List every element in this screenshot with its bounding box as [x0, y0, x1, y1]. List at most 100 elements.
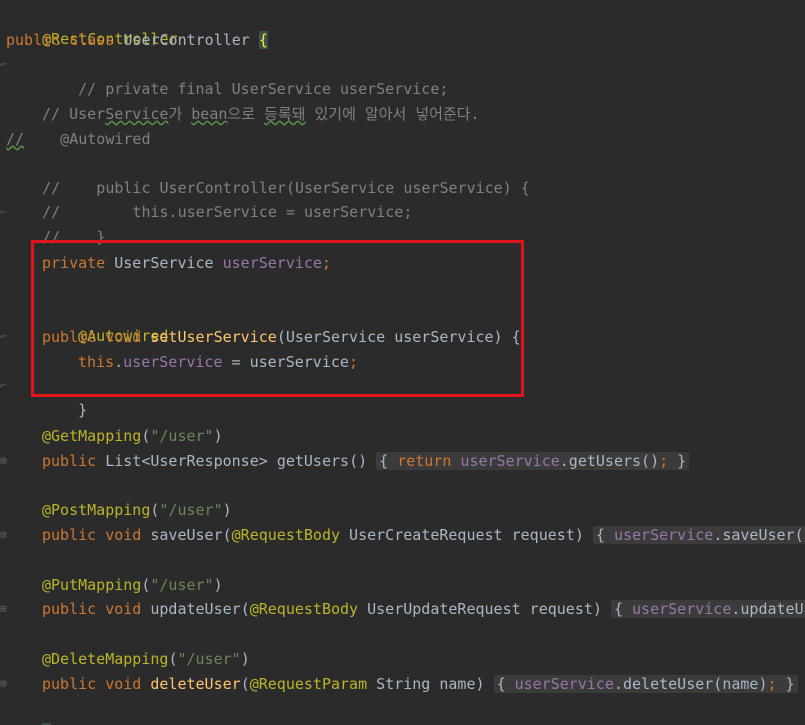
- code-line: // UserService가 bean으로 등록돼 있기에 알아서 넣어준다.: [42, 102, 480, 126]
- paren: (: [222, 526, 232, 544]
- keyword: public void: [42, 600, 142, 618]
- semicolon: ;: [348, 353, 358, 371]
- method-name: updateUser: [141, 600, 241, 618]
- comment: // User: [42, 105, 106, 123]
- code-line: public List<UserResponse> getUsers() { r…: [42, 449, 690, 473]
- field-name: userService: [632, 600, 732, 618]
- code-line: @GetMapping("/user"): [42, 424, 223, 448]
- code-line: }: [6, 696, 52, 725]
- keyword: public void: [42, 526, 142, 544]
- annotation-postmapping: @PostMapping: [42, 501, 151, 519]
- field-name: userService: [514, 675, 614, 693]
- code-line: public class UserController {: [6, 28, 268, 52]
- comment-prefix: //: [6, 130, 25, 148]
- semicolon: ;: [767, 675, 777, 693]
- closing-brace: }: [78, 401, 88, 419]
- code-line: public void updateUser(@RequestBody User…: [42, 597, 805, 621]
- keyword: return: [397, 452, 452, 470]
- parameters: (UserService userService) {: [276, 328, 521, 346]
- fold-marker-icon[interactable]: ⌐: [0, 374, 8, 398]
- class-name: UserController: [123, 31, 250, 49]
- keyword: this: [78, 353, 115, 371]
- code-line: // private final UserService userService…: [42, 53, 448, 98]
- dot: .: [114, 353, 124, 371]
- field-name: userService: [451, 452, 560, 470]
- paren: ): [213, 576, 223, 594]
- keyword: public void: [42, 328, 142, 346]
- code-line: @PostMapping("/user"): [42, 498, 232, 522]
- folded-body[interactable]: { userService.deleteUser(name); }: [493, 675, 798, 693]
- comment: @Autowired: [24, 130, 151, 148]
- semicolon: ;: [321, 254, 331, 272]
- annotation-getmapping: @GetMapping: [42, 427, 142, 445]
- code-line: public void setUserService(UserService u…: [42, 325, 521, 349]
- fold-open-brace: {: [595, 526, 614, 544]
- keyword: public class: [6, 31, 115, 49]
- field-name: userService: [222, 254, 322, 272]
- code-line: public void deleteUser(@RequestParam Str…: [42, 672, 798, 696]
- paren: ): [213, 427, 223, 445]
- method-name: getUsers: [276, 452, 350, 470]
- fold-marker-icon[interactable]: ⌐: [0, 325, 8, 349]
- comment: 있기에 알아서 넣어준다.: [305, 105, 480, 123]
- field-name: userService: [613, 526, 714, 544]
- paren: ): [240, 650, 250, 668]
- folded-body[interactable]: { userService.updateUs: [610, 600, 805, 618]
- method-call: .deleteUser(name): [613, 675, 768, 693]
- code-line: public void saveUser(@RequestBody UserCr…: [42, 523, 805, 547]
- parameters: UserUpdateRequest request): [358, 600, 611, 618]
- comment-typo: Service: [105, 105, 169, 123]
- comment-typo: bean: [191, 105, 228, 123]
- method-name: deleteUser: [141, 675, 241, 693]
- method-call: .getUsers(): [559, 452, 660, 470]
- comment-typo: 등록돼: [264, 105, 306, 123]
- string-literal: "/user": [150, 576, 214, 594]
- code-line: this.userService = userService;: [78, 350, 358, 374]
- keyword: private: [42, 254, 106, 272]
- comment: 가: [168, 105, 192, 123]
- parameters: String name): [367, 675, 494, 693]
- string-literal: "/user": [177, 650, 241, 668]
- parameters: (): [349, 452, 377, 470]
- fold-marker-icon[interactable]: ⌐: [0, 53, 8, 77]
- paren: (: [240, 600, 250, 618]
- code-line: @DeleteMapping("/user"): [42, 647, 250, 671]
- fold-close-brace: }: [668, 452, 687, 470]
- keyword: public void: [42, 675, 142, 693]
- annotation-deletemapping: @DeleteMapping: [42, 650, 169, 668]
- folded-body[interactable]: { userService.saveUser(r: [592, 526, 805, 544]
- fold-marker-icon[interactable]: ⊞: [0, 672, 8, 696]
- code-line: // public UserController(UserService use…: [6, 152, 530, 197]
- fold-close-brace: }: [776, 675, 795, 693]
- code-line: @PutMapping("/user"): [42, 573, 223, 597]
- brace-highlight: {: [258, 31, 268, 49]
- code-line: }: [42, 374, 87, 419]
- fold-marker-icon[interactable]: ⊞: [0, 449, 8, 473]
- type-name: List<UserResponse>: [96, 452, 277, 470]
- method-name: setUserService: [141, 328, 277, 346]
- fold-marker-icon[interactable]: ⊞: [0, 523, 8, 547]
- comment: // private final UserService userService…: [78, 80, 449, 98]
- code-editor[interactable]: @RestController public class UserControl…: [0, 0, 805, 725]
- code-line: // }: [6, 201, 105, 246]
- comment: // }: [42, 228, 106, 246]
- parameters: UserCreateRequest request): [340, 526, 593, 544]
- folded-body[interactable]: { return userService.getUsers(); }: [376, 452, 690, 470]
- assignment: = userService: [222, 353, 349, 371]
- semicolon: ;: [659, 452, 669, 470]
- method-call: .saveUser(r: [713, 526, 805, 544]
- code-line: @RestController: [6, 3, 177, 48]
- keyword: public: [42, 452, 97, 470]
- fold-open-brace: {: [613, 600, 633, 618]
- fold-marker-icon[interactable]: ⊞: [0, 597, 8, 621]
- code-line: private UserService userService;: [42, 251, 331, 275]
- method-name: saveUser: [141, 526, 223, 544]
- annotation-requestbody: @RequestBody: [249, 600, 359, 618]
- string-literal: "/user": [159, 501, 223, 519]
- annotation-requestparam: @RequestParam: [249, 675, 368, 693]
- fold-open-brace: {: [379, 452, 398, 470]
- method-call: .updateUs: [731, 600, 805, 618]
- code-line: @Autowired: [42, 300, 168, 345]
- paren: ): [222, 501, 232, 519]
- fold-open-brace: {: [496, 675, 515, 693]
